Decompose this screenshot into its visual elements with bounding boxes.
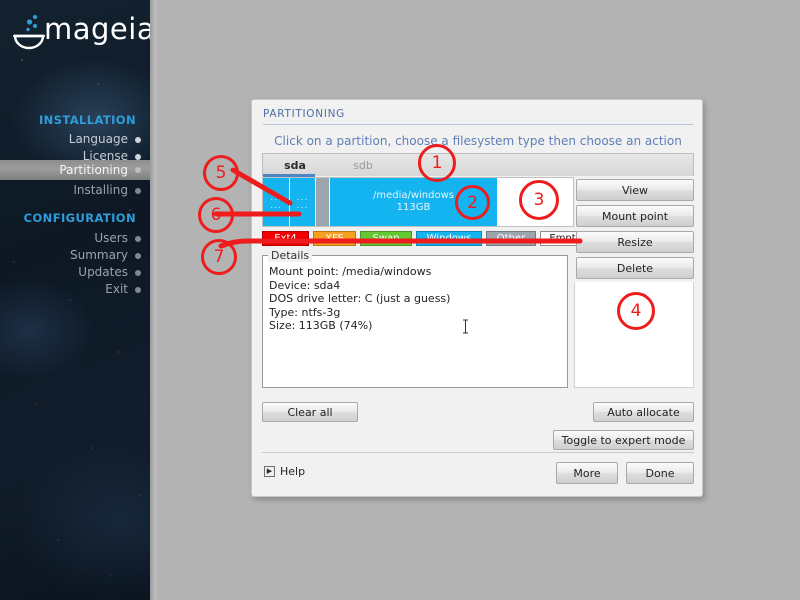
legend-chip-swap[interactable]: Swap [360, 231, 412, 246]
partition-ellipsis-label: ...... [296, 193, 309, 211]
mount-point-button[interactable]: Mount point [576, 205, 694, 227]
toggle-expert-mode-button[interactable]: Toggle to expert mode [553, 430, 694, 450]
help-button[interactable]: ▶ Help [264, 465, 305, 478]
sidebar-item-label: Partitioning [59, 163, 128, 177]
tab-sdb[interactable]: sdb [337, 154, 389, 177]
auto-allocate-button[interactable]: Auto allocate [593, 402, 694, 422]
status-dot [135, 253, 141, 259]
legend-chip-other[interactable]: Other [486, 231, 536, 246]
dialog-title: PARTITIONING [263, 108, 346, 120]
partition-segment[interactable]: ...... [289, 178, 315, 226]
sidebar-item-summary[interactable]: Summary [0, 247, 150, 264]
legend-chip-windows[interactable]: Windows [416, 231, 482, 246]
installer-sidebar: mageia INSTALLATION Language License Par… [0, 0, 150, 600]
sidebar-heading-installation: INSTALLATION [38, 113, 136, 127]
sidebar-item-users[interactable]: Users [0, 230, 150, 247]
brand-name: mageia [44, 12, 150, 46]
sidebar-item-label: Summary [70, 248, 128, 262]
annotation-marker-3: 3 [519, 180, 559, 220]
filesystem-legend: Ext4 XFS Swap Windows Other Empty [262, 231, 591, 246]
sidebar-item-label: Exit [105, 282, 128, 296]
annotation-marker-5: 5 [203, 155, 239, 191]
done-button[interactable]: Done [626, 462, 694, 484]
sidebar-item-language[interactable]: Language [0, 131, 150, 148]
footer-divider [262, 452, 694, 453]
dialog-instruction: Click on a partition, choose a filesyste… [274, 134, 682, 148]
annotation-marker-2: 2 [455, 185, 490, 220]
sidebar-edge-divider [150, 0, 160, 600]
annotation-marker-6: 6 [198, 197, 234, 233]
annotation-marker-4: 4 [617, 292, 655, 330]
play-in-box-icon: ▶ [264, 466, 275, 477]
delete-button[interactable]: Delete [576, 257, 694, 279]
status-dot [135, 137, 141, 143]
sidebar-item-label: Installing [73, 183, 128, 197]
sidebar-item-installing[interactable]: Installing [0, 182, 150, 199]
sidebar-item-label: Users [94, 231, 128, 245]
more-button[interactable]: More [556, 462, 618, 484]
clear-all-button[interactable]: Clear all [262, 402, 358, 422]
sidebar-item-exit[interactable]: Exit [0, 281, 150, 298]
title-divider [263, 124, 693, 125]
resize-button[interactable]: Resize [576, 231, 694, 253]
sidebar-heading-configuration: CONFIGURATION [23, 211, 136, 225]
partition-ellipsis-label: ...... [270, 193, 282, 211]
legend-chip-ext4[interactable]: Ext4 [262, 231, 309, 246]
status-dot [135, 270, 141, 276]
disk-tabs: sda sdb [262, 153, 694, 176]
status-dot [135, 188, 141, 194]
sidebar-item-updates[interactable]: Updates [0, 264, 150, 281]
legend-chip-xfs[interactable]: XFS [313, 231, 356, 246]
details-text: Mount point: /media/windows Device: sda4… [269, 265, 451, 332]
details-content: Mount point: /media/windows Device: sda4… [262, 255, 568, 388]
view-button[interactable]: View [576, 179, 694, 201]
sidebar-item-label: Updates [78, 265, 128, 279]
status-dot [135, 167, 141, 173]
sidebar-item-label: Language [68, 132, 128, 146]
partition-segment[interactable]: ...... [263, 178, 289, 226]
screen: mageia INSTALLATION Language License Par… [0, 0, 800, 600]
annotation-marker-7: 7 [201, 239, 237, 275]
partition-segment-other[interactable] [315, 178, 329, 226]
status-dot [135, 236, 141, 242]
status-dot [135, 287, 141, 293]
text-cursor-icon [463, 319, 468, 334]
annotation-marker-1: 1 [418, 144, 456, 182]
sidebar-item-partitioning[interactable]: Partitioning [0, 160, 150, 180]
help-label: Help [280, 465, 306, 478]
